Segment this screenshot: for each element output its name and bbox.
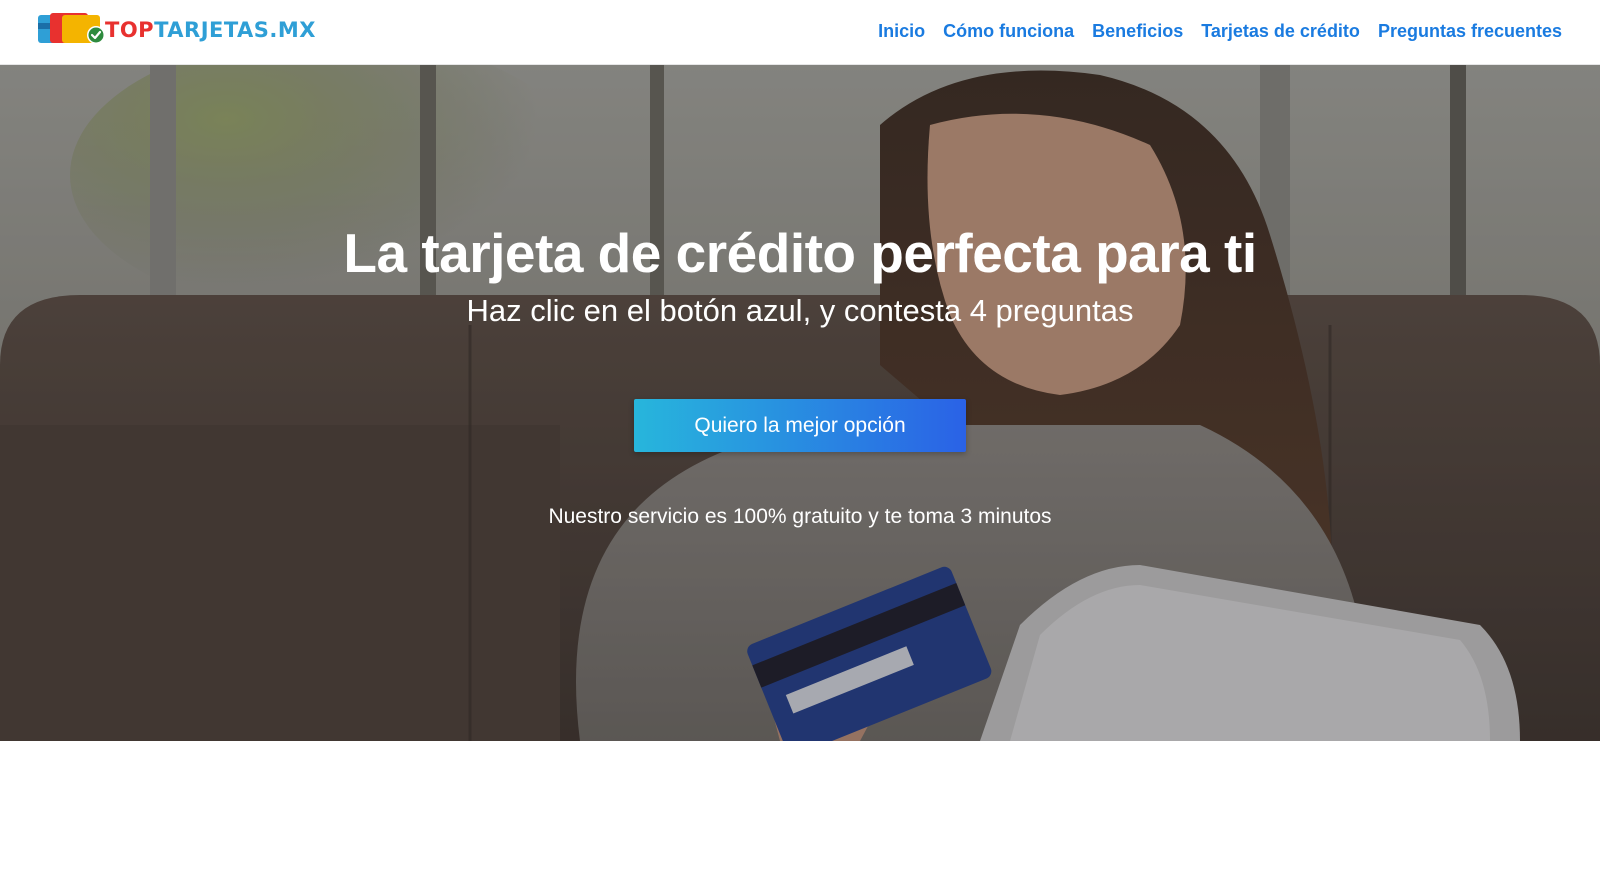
logo-wordmark: TOPTARJETAS.MX bbox=[105, 17, 316, 42]
cta-best-option-button[interactable]: Quiero la mejor opción bbox=[634, 399, 966, 452]
navbar: TOPTARJETAS.MX Inicio Cómo funciona Bene… bbox=[0, 0, 1600, 65]
nav-link-beneficios[interactable]: Beneficios bbox=[1092, 21, 1183, 42]
nav-link-tarjetas-de-credito[interactable]: Tarjetas de crédito bbox=[1201, 21, 1360, 42]
nav-link-como-funciona[interactable]: Cómo funciona bbox=[943, 21, 1074, 42]
credit-cards-logo-icon bbox=[38, 13, 106, 47]
site-logo[interactable]: TOPTARJETAS.MX bbox=[38, 12, 316, 48]
hero-title: La tarjeta de crédito perfecta para ti bbox=[343, 222, 1257, 284]
hero-note: Nuestro servicio es 100% gratuito y te t… bbox=[548, 505, 1052, 528]
logo-text-top: TOP bbox=[105, 17, 155, 42]
nav-link-inicio[interactable]: Inicio bbox=[878, 21, 925, 42]
hero-subtitle: Haz clic en el botón azul, y contesta 4 … bbox=[466, 293, 1134, 328]
main-nav: Inicio Cómo funciona Beneficios Tarjetas… bbox=[878, 0, 1562, 62]
hero-section: La tarjeta de crédito perfecta para ti H… bbox=[0, 65, 1600, 741]
nav-link-preguntas-frecuentes[interactable]: Preguntas frecuentes bbox=[1378, 21, 1562, 42]
logo-text-rest: TARJETAS.MX bbox=[154, 17, 316, 42]
